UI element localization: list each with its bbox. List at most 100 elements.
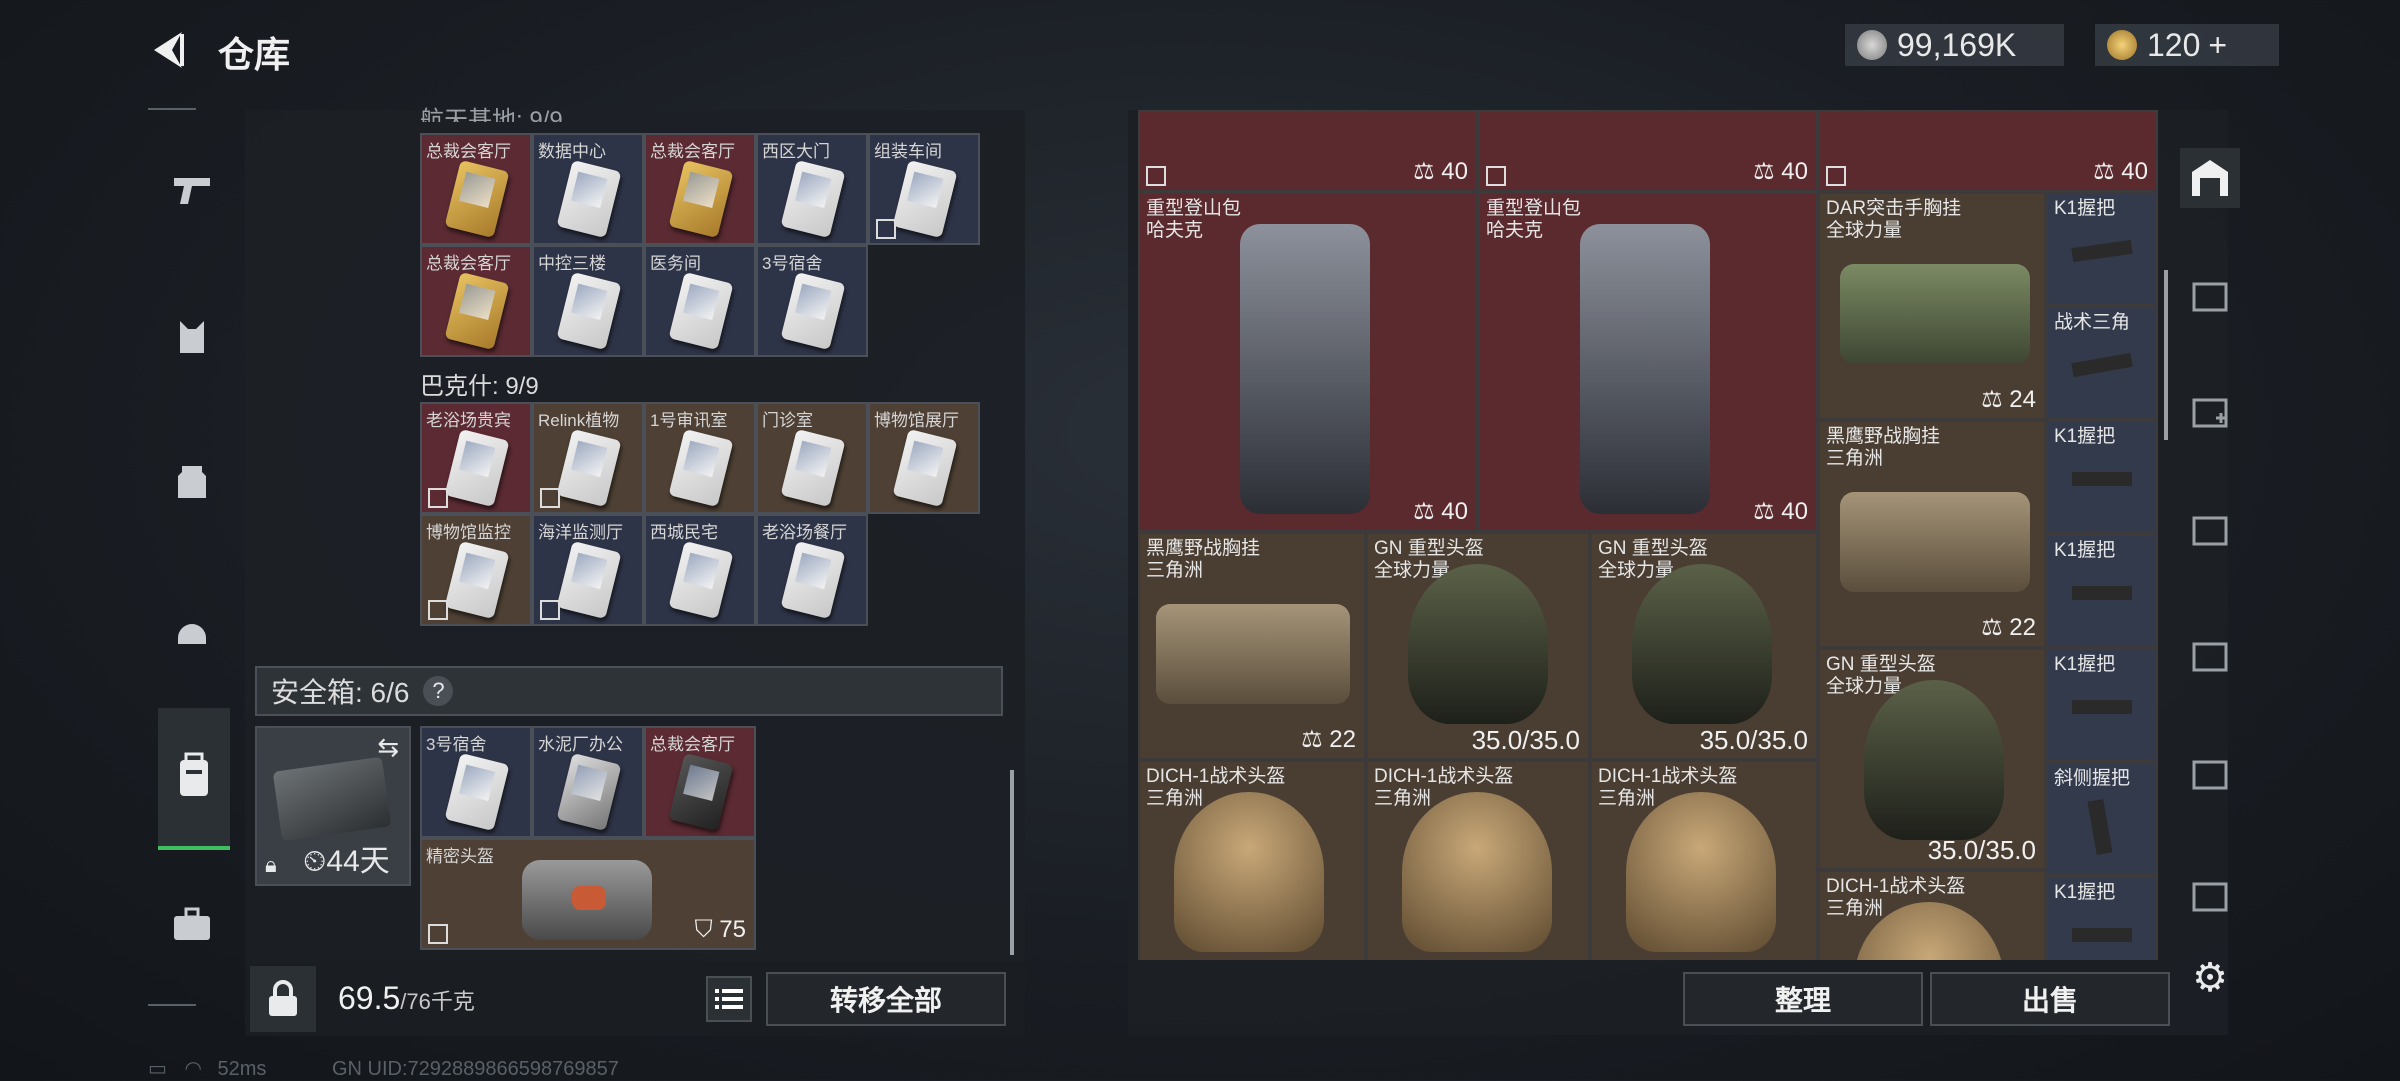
key-card-icon [444, 159, 510, 239]
bag-logo [572, 886, 606, 910]
key-item[interactable]: 总裁会客厅 [644, 133, 756, 245]
currency-hafu-coin[interactable]: 99,169K [1845, 24, 2064, 66]
storage-item-helmet[interactable]: GN 重型头盔 全球力量 35.0/35.0 [1590, 532, 1818, 760]
storage-item-grip[interactable]: K1握把 [2046, 192, 2158, 306]
transfer-all-button[interactable]: 转移全部 [766, 972, 1006, 1026]
key-card-icon [668, 540, 734, 620]
key-item[interactable]: 总裁会客厅 [420, 133, 532, 245]
storage-item-helmet[interactable]: DICH-1战术头盔 三角洲 [1138, 760, 1366, 960]
weight-lock-icon [269, 980, 297, 1016]
key-card-icon [892, 159, 958, 239]
nav-case[interactable] [160, 892, 224, 956]
sort-button[interactable]: 整理 [1683, 972, 1923, 1026]
key-card-icon [444, 540, 510, 620]
helmet-image [1632, 564, 1772, 724]
storage-item-grip[interactable]: 斜侧握把 [2046, 762, 2158, 876]
grip-image [2072, 700, 2132, 714]
key-item[interactable]: 1号审讯室 [644, 402, 756, 514]
storage-item-grip[interactable]: K1握把 [2046, 534, 2158, 648]
storage-page-2c[interactable] [2180, 866, 2240, 926]
storage-item-helmet[interactable]: DICH-1战术头盔 三角洲 [1818, 870, 2046, 960]
nav-helmet[interactable] [160, 598, 224, 662]
key-item[interactable]: 老浴场贵宾 [420, 402, 532, 514]
capacity: ⚖ 22 [1981, 614, 2036, 641]
key-item[interactable]: 西城民宅 [644, 514, 756, 626]
section-bakeshi: 巴克什: 9/9 [420, 373, 539, 400]
briefcase-icon [174, 907, 210, 940]
key-item[interactable]: 数据中心 [532, 133, 644, 245]
nav-chest-rig[interactable] [160, 305, 224, 369]
nav-weapons[interactable] [160, 158, 224, 222]
storage-item-chest-rig[interactable]: DAR突击手胸挂 全球力量 ⚖ 24 [1818, 192, 2046, 420]
key-item[interactable]: 西区大门 [756, 133, 868, 245]
storage-page-2[interactable] [2180, 266, 2240, 326]
wifi-icon: ◠ [184, 1058, 202, 1080]
key-item[interactable]: 老浴场餐厅 [756, 514, 868, 626]
help-icon[interactable]: ? [423, 676, 454, 706]
storage-item-grip[interactable]: K1握把 [2046, 420, 2158, 534]
key-item[interactable]: 门诊室 [756, 402, 868, 514]
storage-item-helmet[interactable]: DICH-1战术头盔 三角洲 [1590, 760, 1818, 960]
nav-armor[interactable] [160, 450, 224, 514]
key-item[interactable]: 总裁会客厅 [644, 726, 756, 838]
back-button[interactable] [148, 28, 192, 72]
capacity: ⚖ 40 [1413, 158, 1468, 185]
capacity: ⚖ 40 [2093, 158, 2148, 185]
chest-rig-image [1840, 264, 2030, 364]
storage-item-grip[interactable]: K1握把 [2046, 876, 2158, 960]
storage-item-helmet[interactable]: GN 重型头盔 全球力量 35.0/35.0 [1366, 532, 1590, 760]
storage-item-helmet[interactable]: GN 重型头盔 全球力量 35.0/35.0 [1818, 648, 2046, 870]
helmet-icon [178, 624, 206, 644]
safe-container[interactable]: ⇆ 🔒︎ ⏲︎44天 [255, 726, 411, 886]
safe-box-header: 安全箱: 6/6 ? [255, 666, 1003, 716]
timer-days: ⏲︎44天 [303, 845, 390, 878]
key-item[interactable]: 海洋监测厅 [532, 514, 644, 626]
key-item[interactable]: 3号宿舍 [756, 245, 868, 357]
add-currency-button[interactable]: + [2208, 27, 2227, 64]
nav-backpack[interactable] [162, 744, 226, 808]
key-card-icon [556, 428, 622, 508]
scrollbar-thumb[interactable] [1010, 770, 1014, 955]
capacity: ⚖ 40 [1413, 498, 1468, 525]
storage-page-4[interactable] [2180, 382, 2240, 442]
swap-icon[interactable]: ⇆ [377, 732, 399, 763]
storage-item-chest-rig[interactable]: 黑鹰野战胸挂 三角洲 ⚖ 22 [1138, 532, 1366, 760]
list-view-button[interactable] [706, 976, 752, 1022]
settings-button[interactable]: ⚙ [2180, 948, 2240, 1008]
storage-item-helmet[interactable]: DICH-1战术头盔 三角洲 [1366, 760, 1590, 960]
key-item[interactable]: 水泥厂办公 [532, 726, 644, 838]
storage-page-2b[interactable] [2180, 626, 2240, 686]
user-uid: GN UID:7292889866598769857 [331, 1058, 619, 1080]
safe-bag-item[interactable]: 精密头盔 ⛉ 75 [420, 838, 756, 950]
scrollbar-thumb[interactable] [2164, 270, 2168, 440]
key-item[interactable]: 组装车间 [868, 133, 980, 245]
storage-item[interactable]: ⚖ 40 [1478, 110, 1818, 192]
storage-item-backpack[interactable]: 重型登山包 哈夫克 ⚖ 40 [1138, 192, 1478, 532]
storage-item[interactable]: ⚖ 40 [1138, 110, 1478, 192]
storage-item-grip[interactable]: K1握把 [2046, 648, 2158, 762]
key-item[interactable]: 博物馆展厅 [868, 402, 980, 514]
key-item[interactable]: Relink植物 [532, 402, 644, 514]
storage-item-grip[interactable]: 战术三角 [2046, 306, 2158, 420]
sell-button[interactable]: 出售 [1930, 972, 2170, 1026]
currency-premium[interactable]: 120 + [2095, 24, 2279, 66]
key-item[interactable]: 总裁会客厅 [420, 245, 532, 357]
key-card-icon [444, 752, 510, 832]
premium-coin-icon [2107, 30, 2137, 60]
key-item[interactable]: 3号宿舍 [420, 726, 532, 838]
section-cut: 航天基地: 9/9 [420, 107, 563, 122]
storage-page-4b[interactable] [2180, 500, 2240, 560]
key-item[interactable]: 博物馆监控 [420, 514, 532, 626]
storage-page-5[interactable] [2180, 744, 2240, 804]
storage-item-backpack[interactable]: 重型登山包 哈夫克 ⚖ 40 [1478, 192, 1818, 532]
chest-rig-image [1156, 604, 1350, 704]
storage-page-icon [2192, 516, 2228, 546]
storage-item-chest-rig[interactable]: 黑鹰野战胸挂 三角洲 ⚖ 22 [1818, 420, 2046, 648]
storage-page-icon [2192, 398, 2228, 428]
storage-page-all[interactable] [2180, 148, 2240, 208]
key-item[interactable]: 医务间 [644, 245, 756, 357]
gear-icon: ⚙ [2192, 956, 2228, 1000]
key-item[interactable]: 中控三楼 [532, 245, 644, 357]
storage-item[interactable]: ⚖ 40 [1818, 110, 2158, 192]
key-card-icon [668, 752, 734, 832]
